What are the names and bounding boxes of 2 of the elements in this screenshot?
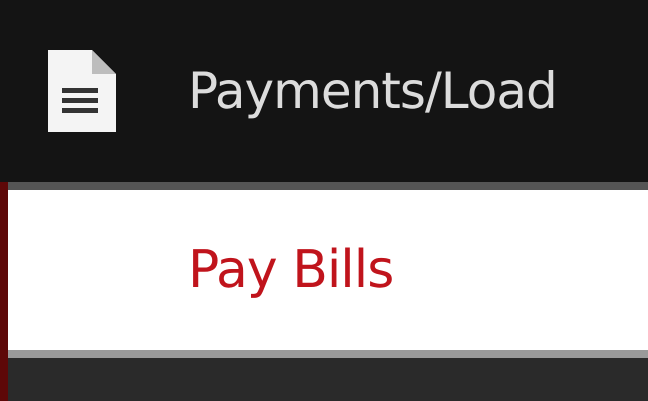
menu-item[interactable]: Pay Bills — [8, 190, 648, 358]
menu-title: Payments/Load — [188, 62, 557, 120]
